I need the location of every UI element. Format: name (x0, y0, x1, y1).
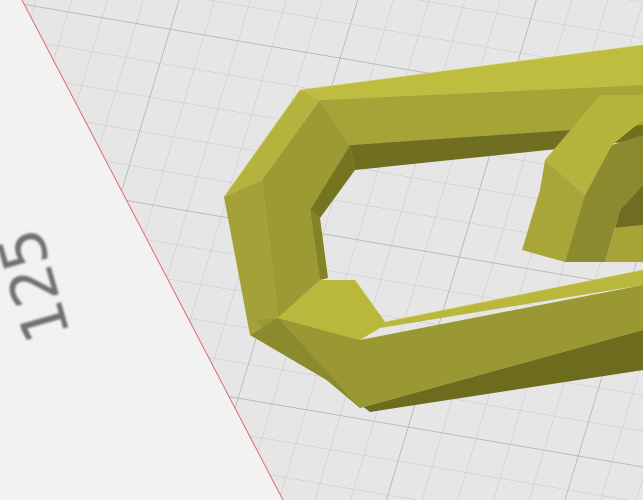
build-plate-viewport[interactable]: 125 (0, 0, 643, 500)
scene-canvas[interactable] (0, 0, 643, 500)
